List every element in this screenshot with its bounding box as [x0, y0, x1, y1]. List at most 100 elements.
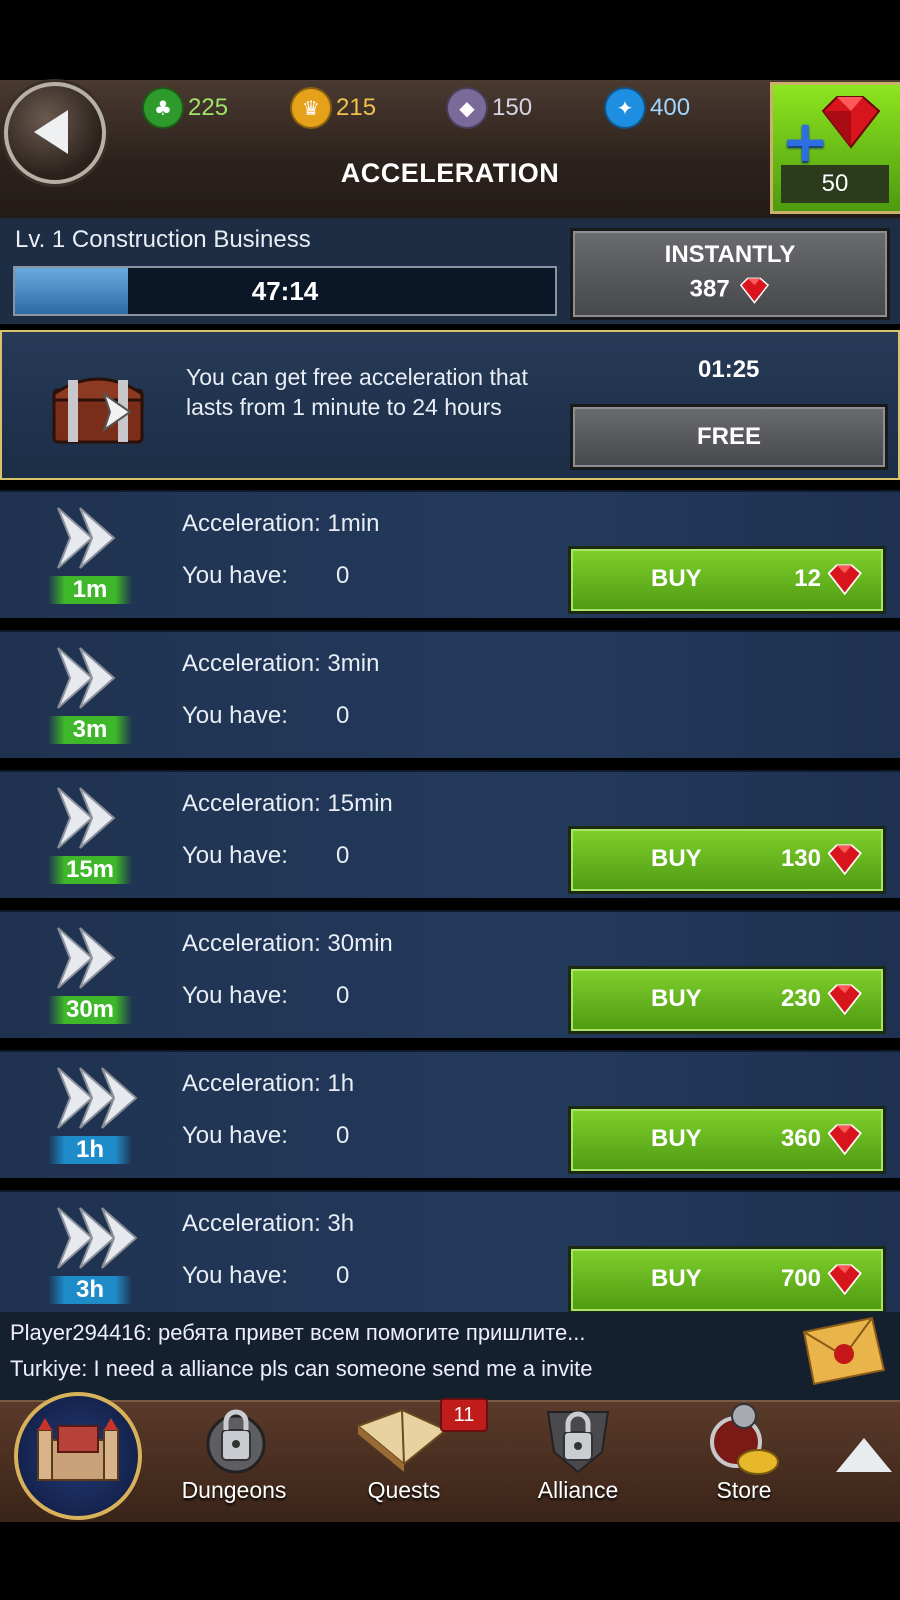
- progress-time: 47:14: [251, 275, 319, 306]
- duration-tag: 1h: [48, 1136, 132, 1164]
- ruby-gem-icon: [827, 564, 862, 596]
- star-icon: ✦: [604, 87, 646, 129]
- buy-label: BUY: [651, 1265, 702, 1292]
- buy-label: BUY: [651, 985, 702, 1012]
- nav-dungeons[interactable]: Dungeons: [164, 1402, 304, 1512]
- back-button[interactable]: [4, 82, 106, 184]
- header-bar: ♣ 225 ♛ 215 ◆ 150 ✦ 400 ACCELERATION + 5…: [0, 80, 900, 220]
- free-timer: 01:25: [698, 356, 760, 383]
- resource-gold-value: 215: [336, 94, 377, 121]
- acceleration-name: Acceleration: 1min: [182, 510, 380, 537]
- instantly-cost: 387: [689, 275, 730, 303]
- you-have-count: 0: [336, 702, 350, 729]
- acceleration-name: Acceleration: 30min: [182, 930, 393, 957]
- free-acceleration-panel: You can get free acceleration that lasts…: [0, 330, 900, 480]
- nav-alliance[interactable]: Alliance: [508, 1402, 648, 1512]
- quest-book-icon: [356, 1408, 448, 1472]
- you-have-count: 0: [336, 1262, 350, 1289]
- duration-tag: 3h: [48, 1276, 132, 1304]
- acceleration-name: Acceleration: 1h: [182, 1070, 355, 1097]
- resource-wood: ♣ 225: [142, 87, 229, 129]
- instantly-cost-wrap: 387: [573, 275, 887, 305]
- quests-badge: 11: [440, 1398, 488, 1432]
- you-have-count: 0: [336, 1122, 350, 1149]
- duration-tag: 3m: [48, 716, 132, 744]
- acceleration-row: 15m Acceleration: 15min You have: 0 BUY …: [0, 770, 900, 898]
- resource-wood-value: 225: [188, 94, 229, 121]
- you-have-label: You have:: [182, 562, 288, 589]
- buy-gems-button[interactable]: + 50: [770, 82, 900, 214]
- nav-alliance-label: Alliance: [537, 1477, 619, 1503]
- progress-bar: 47:14: [13, 266, 557, 316]
- resource-stone-value: 150: [492, 94, 533, 121]
- acceleration-row: 3h Acceleration: 3h You have: 0 BUY 700: [0, 1190, 900, 1314]
- buy-button[interactable]: BUY 130: [568, 826, 886, 894]
- nav-store[interactable]: Store: [674, 1402, 814, 1512]
- ruby-gem-icon: [827, 1124, 862, 1156]
- chat-message: Turkiye: I need a alliance pls can someo…: [10, 1356, 593, 1381]
- you-have-count: 0: [336, 842, 350, 869]
- buy-button[interactable]: BUY 230: [568, 966, 886, 1034]
- bottom-nav: Dungeons Quests 11 Alliance Store: [0, 1392, 900, 1522]
- castle-icon: [37, 1418, 119, 1481]
- treasure-chest-icon: [52, 377, 144, 444]
- back-arrow-icon: [34, 110, 68, 154]
- duration-tag: 30m: [48, 996, 132, 1024]
- duration-tag: 1m: [48, 576, 132, 604]
- chat-message: Player294416: ребята привет всем помогит…: [10, 1320, 586, 1345]
- ruby-gem-icon: [827, 984, 862, 1016]
- resource-stone: ◆ 150: [446, 87, 533, 129]
- nav-quests-label: Quests: [367, 1477, 441, 1503]
- tree-icon: ♣: [142, 87, 184, 129]
- buy-label: BUY: [651, 1125, 702, 1152]
- buy-button[interactable]: BUY 700: [568, 1246, 886, 1314]
- buy-label: BUY: [651, 565, 702, 592]
- you-have-count: 0: [336, 982, 350, 1009]
- buy-price: 130: [780, 845, 821, 872]
- acceleration-row: 1h Acceleration: 1h You have: 0 BUY 360: [0, 1050, 900, 1178]
- instantly-button[interactable]: INSTANTLY 387: [570, 228, 890, 320]
- ruby-gem-icon: [827, 1264, 862, 1296]
- you-have-label: You have:: [182, 982, 288, 1009]
- nav-store-label: Store: [716, 1477, 772, 1503]
- mail-envelope-icon[interactable]: [800, 1316, 886, 1386]
- buy-price: 700: [780, 1265, 821, 1292]
- instantly-label: INSTANTLY: [664, 241, 796, 268]
- construction-progress: Lv. 1 Construction Business 47:14 INSTAN…: [0, 218, 900, 324]
- crystal-icon: ◆: [446, 87, 488, 129]
- buy-label: BUY: [651, 845, 702, 872]
- crown-icon: ♛: [290, 87, 332, 129]
- you-have-count: 0: [336, 562, 350, 589]
- nav-dungeons-label: Dungeons: [181, 1477, 287, 1503]
- ruby-gem-icon: [740, 277, 770, 304]
- you-have-label: You have:: [182, 842, 288, 869]
- acceleration-name: Acceleration: 3min: [182, 650, 380, 677]
- page-title: ACCELERATION: [340, 158, 560, 188]
- padlock-icon: [206, 1409, 266, 1474]
- chat-preview[interactable]: Player294416: ребята привет всем помогит…: [0, 1312, 900, 1400]
- castle-home-button[interactable]: [14, 1392, 142, 1520]
- store-shield-icon: [710, 1403, 779, 1475]
- acceleration-name: Acceleration: 15min: [182, 790, 393, 817]
- padlock-icon: [546, 1411, 610, 1474]
- resource-mana: ✦ 400: [604, 87, 691, 129]
- expand-up-icon[interactable]: [836, 1438, 892, 1472]
- buy-button[interactable]: BUY 12: [568, 546, 886, 614]
- you-have-label: You have:: [182, 702, 288, 729]
- buy-price: 12: [794, 565, 821, 592]
- you-have-label: You have:: [182, 1122, 288, 1149]
- buy-price: 230: [780, 985, 821, 1012]
- gem-count: 50: [781, 165, 889, 203]
- ruby-gem-icon: [827, 844, 862, 876]
- acceleration-name: Acceleration: 3h: [182, 1210, 355, 1237]
- free-button[interactable]: FREE: [570, 404, 888, 470]
- acceleration-row: 1m Acceleration: 1min You have: 0 BUY 12: [0, 490, 900, 618]
- acceleration-row: 3m Acceleration: 3min You have: 0: [0, 630, 900, 758]
- buy-price: 360: [780, 1125, 821, 1152]
- progress-label: Lv. 1 Construction Business: [15, 226, 311, 253]
- buy-button[interactable]: BUY 360: [568, 1106, 886, 1174]
- duration-tag: 15m: [48, 856, 132, 884]
- free-description: You can get free acceleration that lasts…: [186, 364, 528, 420]
- you-have-label: You have:: [182, 1262, 288, 1289]
- resource-mana-value: 400: [650, 94, 691, 121]
